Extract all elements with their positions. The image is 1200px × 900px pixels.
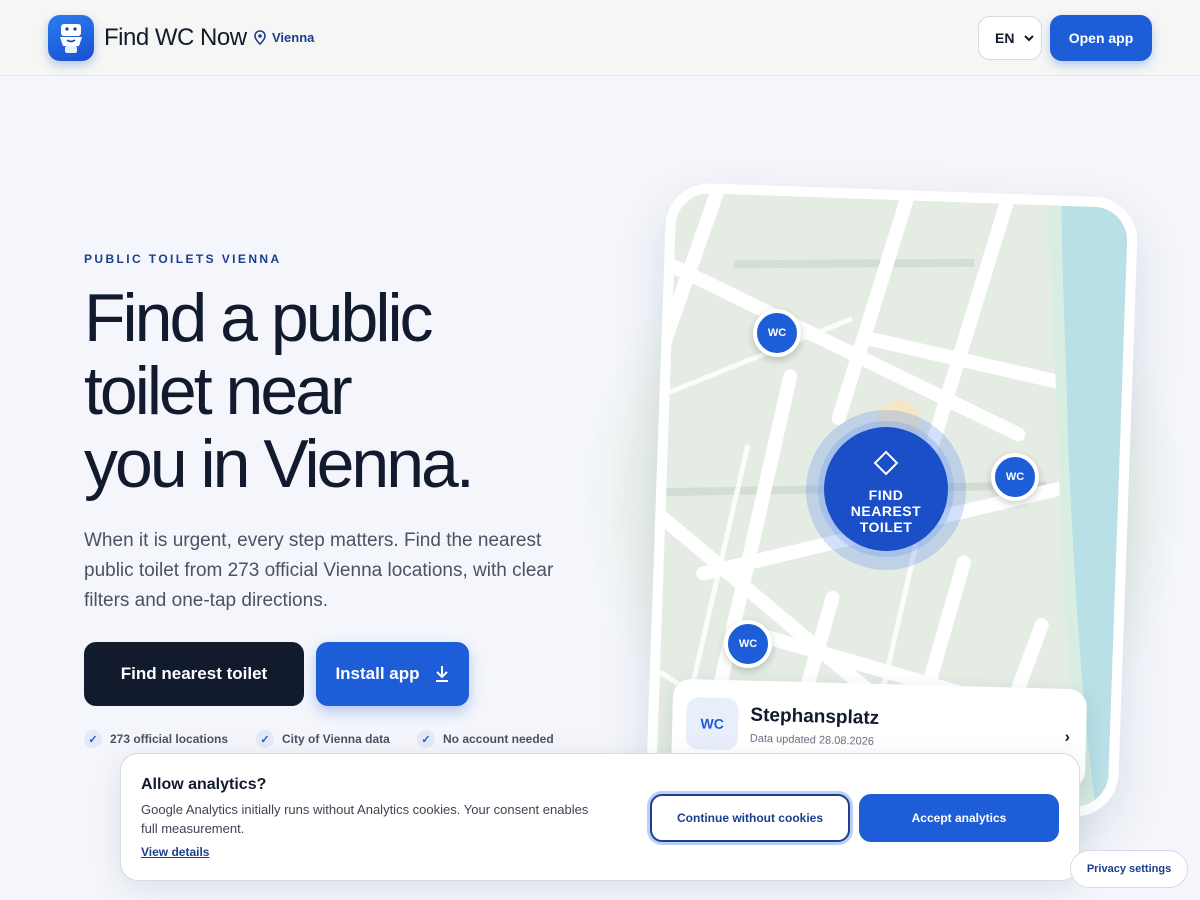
continue-without-cookies-button[interactable]: Continue without cookies — [650, 794, 850, 842]
headline-line-3: you in Vienna. — [84, 426, 475, 502]
hero-lead: When it is urgent, every step matters. F… — [84, 530, 554, 611]
hero-headline: Find a public toilet near you in Vienna. — [84, 282, 604, 501]
trust-item-data: ✓ City of Vienna data — [256, 730, 390, 748]
check-icon: ✓ — [417, 730, 435, 748]
download-icon — [435, 666, 448, 682]
accept-analytics-button[interactable]: Accept analytics — [859, 794, 1059, 842]
chevron-right-icon[interactable]: › — [1064, 729, 1070, 747]
cookie-title: Allow analytics? — [141, 776, 267, 793]
trust-item-account: ✓ No account needed — [417, 730, 554, 748]
trust-label: No account needed — [443, 732, 554, 746]
view-details-link[interactable]: View details — [141, 845, 209, 859]
logo-toilet-icon[interactable] — [48, 15, 94, 61]
cookie-banner: Allow analytics? Google Analytics initia… — [120, 753, 1080, 881]
city-indicator: Vienna — [254, 30, 314, 45]
check-icon: ✓ — [84, 730, 102, 748]
chevron-down-icon — [1024, 34, 1035, 41]
find-button-label: FIND NEAREST TOILET — [850, 487, 922, 535]
city-label: Vienna — [272, 30, 315, 45]
install-app-button[interactable]: Install app — [316, 642, 469, 706]
privacy-settings-button[interactable]: Privacy settings — [1070, 850, 1188, 888]
location-pin-icon — [254, 30, 266, 45]
language-value: EN — [995, 30, 1015, 46]
hero-eyebrow: PUBLIC TOILETS VIENNA — [84, 252, 282, 266]
check-icon: ✓ — [256, 730, 274, 748]
data-updated-label: Data updated 28.08.2026 — [749, 732, 875, 748]
open-app-button[interactable]: Open app — [1050, 15, 1152, 61]
wc-map-pin[interactable]: WC — [991, 453, 1039, 501]
trust-item-locations: ✓ 273 official locations — [84, 730, 228, 748]
trust-label: 273 official locations — [110, 732, 229, 746]
install-app-label: Install app — [335, 664, 420, 683]
headline-line-2: toilet near — [84, 353, 353, 429]
trust-label: City of Vienna data — [282, 732, 390, 746]
wc-map-pin[interactable]: WC — [724, 620, 772, 668]
site-header: Find WC Now Vienna EN Open app — [0, 0, 1200, 76]
language-select[interactable]: EN — [978, 16, 1042, 60]
find-nearest-map-button[interactable]: FIND NEAREST TOILET — [824, 427, 948, 551]
brand-name[interactable]: Find WC Now — [104, 24, 247, 52]
navigation-diamond-icon — [873, 450, 899, 476]
cookie-text: Google Analytics initially runs without … — [141, 802, 589, 836]
wc-badge: WC — [685, 696, 739, 751]
wc-map-pin[interactable]: WC — [753, 309, 801, 357]
headline-line-1: Find a public — [84, 280, 434, 356]
location-name: Stephansplatz — [750, 704, 880, 729]
find-nearest-toilet-button[interactable]: Find nearest toilet — [84, 642, 304, 706]
